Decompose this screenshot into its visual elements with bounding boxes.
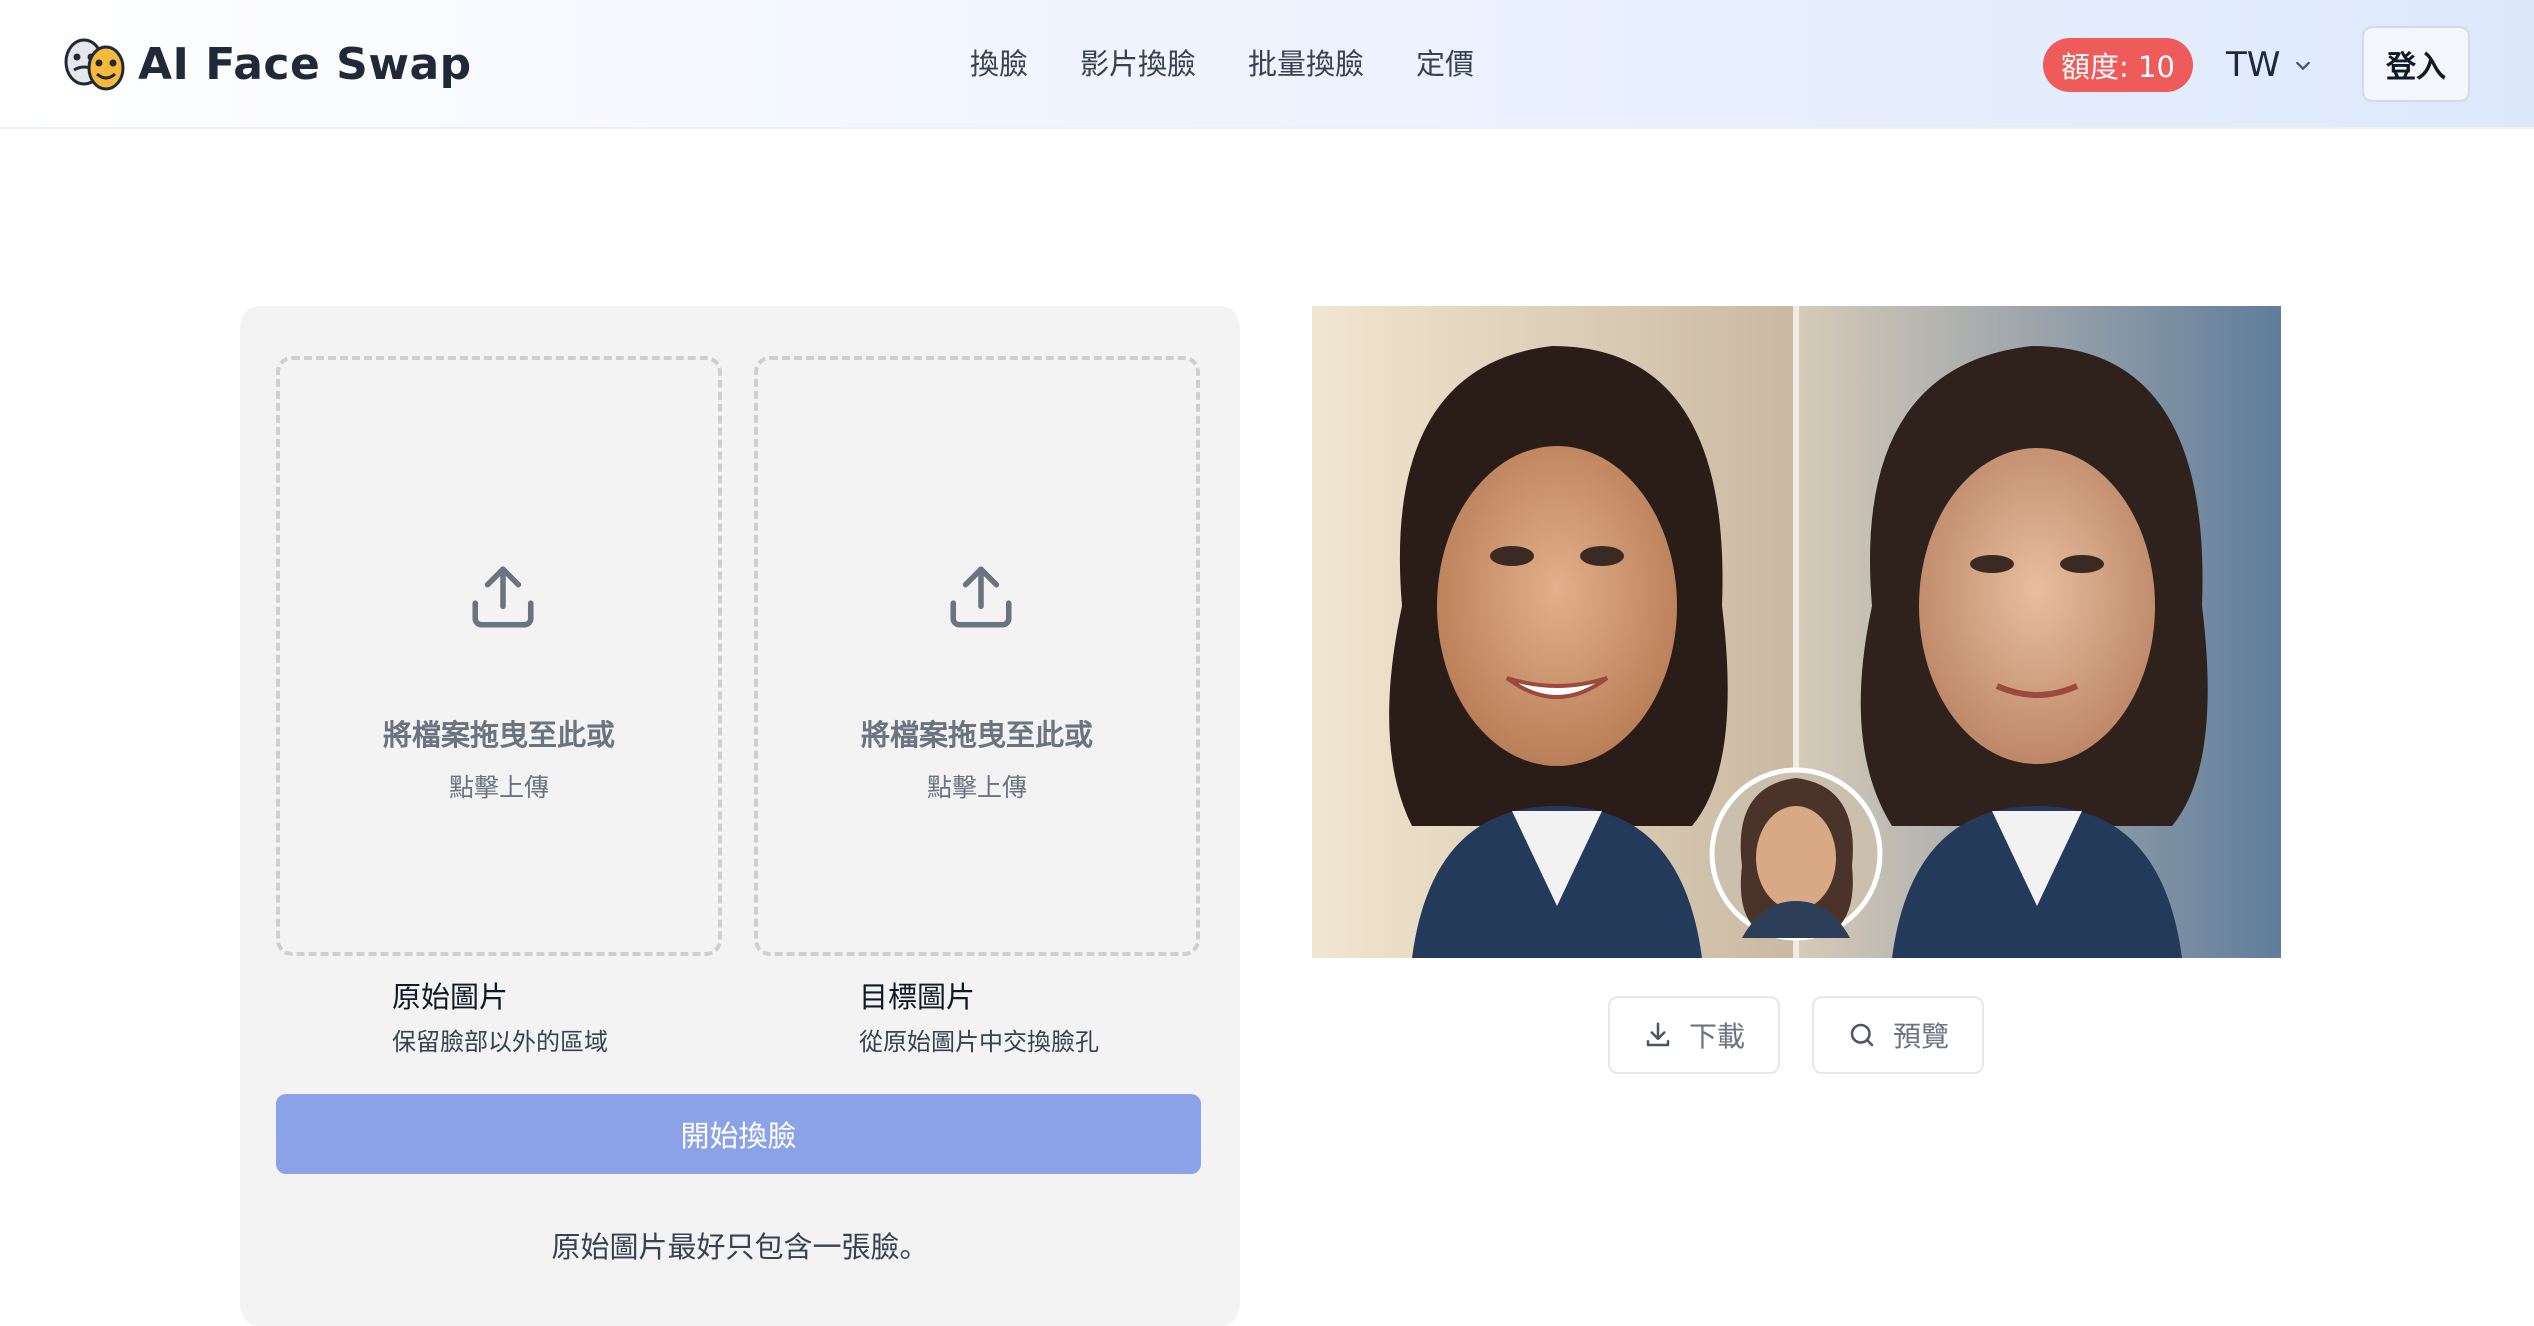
nav-item-batch-face-swap[interactable]: 批量換臉: [1248, 40, 1364, 88]
download-label: 下載: [1688, 1020, 1745, 1053]
upload-icon: [950, 566, 1012, 628]
source-label-title: 原始圖片: [392, 980, 509, 1014]
logo[interactable]: AI Face Swap: [60, 34, 472, 94]
download-icon: [1646, 1022, 1670, 1047]
source-image-label: 原始圖片 保留臉部以外的區域: [392, 974, 608, 1057]
dropzone-title: 將檔案拖曳至此或: [382, 718, 615, 752]
app-title: AI Face Swap: [138, 38, 472, 90]
dropzone-title: 將檔案拖曳至此或: [860, 718, 1093, 752]
nav-item-face-swap[interactable]: 換臉: [970, 40, 1028, 88]
target-image-dropzone[interactable]: 將檔案拖曳至此或 點擊上傳: [754, 356, 1200, 956]
upload-panel: 將檔案拖曳至此或 點擊上傳 將檔案拖曳至此或 點擊上傳 原始圖片 保留臉部以外的…: [240, 306, 1240, 1326]
target-image-label: 目標圖片 從原始圖片中交換臉孔: [859, 974, 1099, 1057]
nav-item-pricing[interactable]: 定價: [1416, 40, 1474, 88]
login-button[interactable]: 登入: [2362, 26, 2470, 102]
header: AI Face Swap 換臉 影片換臉 批量換臉 定價 額度: 10 TW 登…: [0, 0, 2534, 129]
start-swap-button[interactable]: 開始換臉: [276, 1094, 1201, 1174]
nav-item-video-face-swap[interactable]: 影片換臉: [1080, 40, 1196, 88]
target-label-description: 從原始圖片中交換臉孔: [859, 1028, 1099, 1056]
dropzone-subtitle: 點擊上傳: [448, 773, 549, 802]
search-icon: [1850, 1023, 1874, 1047]
language-selector[interactable]: TW: [2226, 40, 2314, 90]
target-label-title: 目標圖片: [859, 980, 976, 1014]
download-button[interactable]: 下載: [1608, 996, 1780, 1074]
result-preview-image: [1312, 306, 2281, 958]
chevron-down-icon: [2296, 61, 2311, 71]
preview-label: 預覽: [1892, 1020, 1949, 1053]
language-label: TW: [2226, 45, 2281, 85]
upload-tip: 原始圖片最好只包含一張臉。: [551, 1230, 929, 1264]
dropzone-subtitle: 點擊上傳: [926, 773, 1027, 802]
preview-button[interactable]: 預覽: [1812, 996, 1984, 1074]
face-swap-example-illustration: [1312, 306, 2281, 958]
source-label-description: 保留臉部以外的區域: [392, 1028, 608, 1056]
source-image-dropzone[interactable]: 將檔案拖曳至此或 點擊上傳: [276, 356, 722, 956]
logo-masks-icon: [64, 38, 125, 91]
upload-icon: [472, 566, 534, 628]
main-nav: 換臉 影片換臉 批量換臉 定價: [970, 40, 1474, 88]
credits-badge: 額度: 10: [2043, 38, 2193, 92]
